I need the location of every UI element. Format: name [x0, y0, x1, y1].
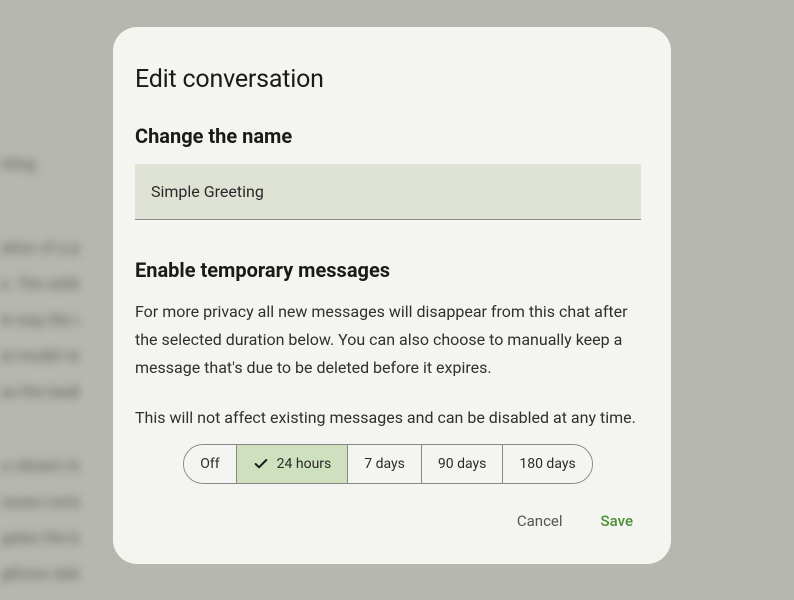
duration-option-label: 90 days	[438, 456, 486, 472]
duration-option-label: 24 hours	[277, 456, 332, 472]
save-button[interactable]: Save	[599, 506, 635, 536]
conversation-name-input[interactable]	[135, 164, 641, 220]
duration-option-label: 7 days	[364, 456, 405, 472]
temporary-messages-description: For more privacy all new messages will d…	[135, 298, 641, 382]
cancel-button[interactable]: Cancel	[515, 506, 565, 536]
dialog-actions: Cancel Save	[135, 506, 641, 536]
temporary-messages-note: This will not affect existing messages a…	[135, 404, 641, 432]
edit-conversation-dialog: Edit conversation Change the name Enable…	[113, 27, 671, 564]
change-name-heading: Change the name	[135, 124, 641, 148]
duration-option-label: 180 days	[519, 456, 575, 472]
duration-option-180-days[interactable]: 180 days	[503, 445, 591, 483]
duration-segmented-control: Off 24 hours 7 days 90 days 180 days	[183, 444, 592, 484]
duration-option-off[interactable]: Off	[184, 445, 236, 483]
dialog-title: Edit conversation	[135, 65, 641, 94]
duration-option-7-days[interactable]: 7 days	[348, 445, 422, 483]
duration-option-90-days[interactable]: 90 days	[422, 445, 503, 483]
check-icon	[253, 456, 269, 472]
background-blurred-text: eting ation of a pot e. The setting le w…	[0, 150, 80, 596]
duration-option-label: Off	[200, 456, 219, 472]
temporary-messages-heading: Enable temporary messages	[135, 258, 641, 282]
duration-option-24-hours[interactable]: 24 hours	[237, 445, 349, 483]
